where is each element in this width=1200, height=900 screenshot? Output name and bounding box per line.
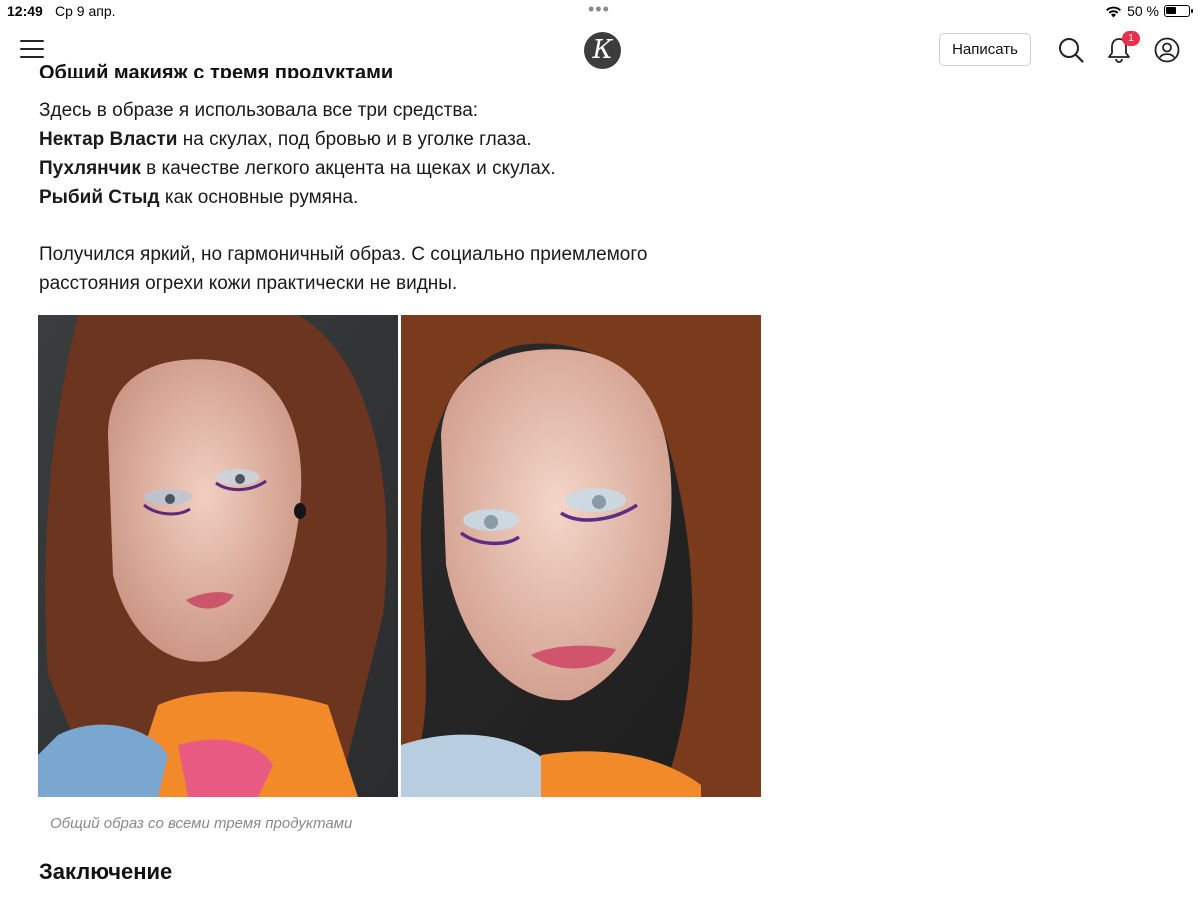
status-time: 12:49 bbox=[7, 3, 43, 19]
status-bar: 12:49 Ср 9 апр. ••• 50 % bbox=[0, 0, 1200, 22]
article-paragraph: Здесь в образе я использовала все три ср… bbox=[39, 96, 779, 212]
portrait-photo-right[interactable] bbox=[401, 315, 761, 797]
product-name: Нектар Власти bbox=[39, 129, 178, 150]
portrait-photo-left[interactable] bbox=[38, 315, 398, 797]
product-description: на скулах, под бровью и в уголке глаза. bbox=[177, 129, 532, 150]
write-button[interactable]: Написать bbox=[939, 33, 1031, 66]
section-title: Заключение bbox=[39, 859, 173, 884]
battery-icon bbox=[1164, 5, 1193, 17]
status-right: 50 % bbox=[1105, 3, 1193, 19]
menu-icon[interactable] bbox=[20, 40, 44, 60]
battery-fill bbox=[1166, 7, 1176, 14]
product-line: Рыбий Стыд как основные румяна. bbox=[39, 183, 779, 212]
photo-gallery bbox=[38, 315, 761, 797]
search-icon[interactable] bbox=[1057, 36, 1085, 64]
logo-letter: К bbox=[592, 35, 613, 65]
section-heading-cut: Общий макияж с тремя продуктами bbox=[39, 62, 394, 78]
user-icon[interactable] bbox=[1153, 36, 1181, 64]
status-date: Ср 9 апр. bbox=[55, 3, 116, 19]
product-line: Пухлянчик в качестве легкого акцента на … bbox=[39, 154, 779, 183]
product-name: Рыбий Стыд bbox=[39, 187, 160, 208]
paragraph-line: Получился яркий, но гармоничный образ. С… bbox=[39, 244, 648, 265]
wifi-icon bbox=[1106, 6, 1122, 17]
paragraph-intro: Здесь в образе я использовала все три ср… bbox=[39, 100, 479, 121]
photo-caption: Общий образ со всеми тремя продуктами bbox=[50, 815, 353, 832]
product-name: Пухлянчик bbox=[39, 158, 141, 179]
notification-badge[interactable]: 1 bbox=[1122, 31, 1140, 46]
product-line: Нектар Власти на скулах, под бровью и в … bbox=[39, 125, 779, 154]
multitasking-dots-icon[interactable]: ••• bbox=[588, 0, 610, 18]
paragraph-line: расстояния огрехи кожи практически не ви… bbox=[39, 273, 458, 294]
battery-percent: 50 % bbox=[1127, 3, 1159, 19]
product-description: в качестве легкого акцента на щеках и ск… bbox=[140, 158, 556, 179]
article-paragraph: Получился яркий, но гармоничный образ. С… bbox=[39, 240, 779, 298]
site-logo[interactable]: К bbox=[584, 32, 621, 69]
product-description: как основные румяна. bbox=[159, 187, 359, 208]
